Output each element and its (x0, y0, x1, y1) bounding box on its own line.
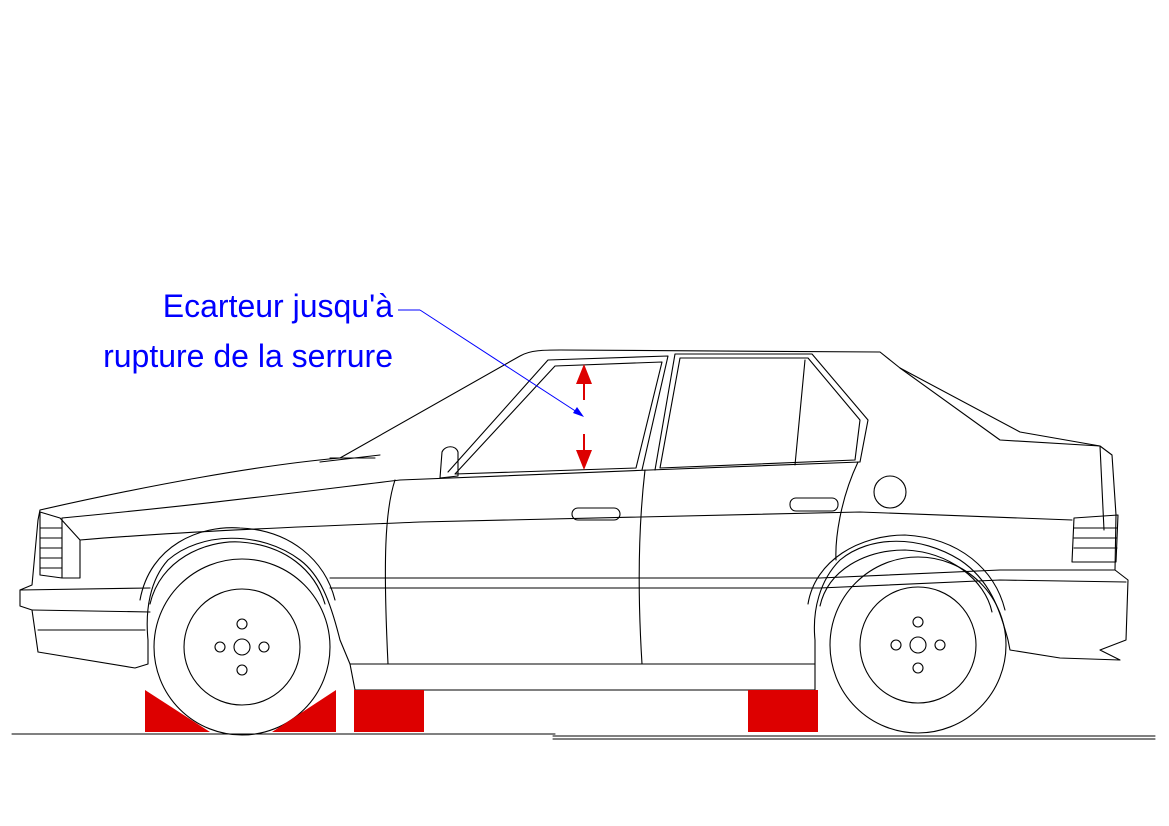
wheel-chock-front (145, 690, 210, 732)
annotation-line-2: rupture de la serrure (103, 338, 393, 374)
car-diagram (11, 309, 1156, 740)
front-window (454, 361, 663, 475)
wheel-chock-rear (272, 690, 336, 732)
support-block-rear (748, 690, 818, 732)
rear-door (835, 461, 859, 561)
side-sill (349, 663, 816, 691)
front-door (384, 479, 396, 665)
fuel-cap (873, 475, 907, 509)
front-bumper (19, 587, 151, 631)
rear-door-handle (789, 497, 839, 512)
annotation-line-1: Ecarteur jusqu'à (162, 288, 393, 324)
front-wheel (153, 558, 331, 736)
support-block-front (354, 690, 424, 732)
belt-line (79, 511, 1073, 541)
leader-line (398, 309, 584, 417)
